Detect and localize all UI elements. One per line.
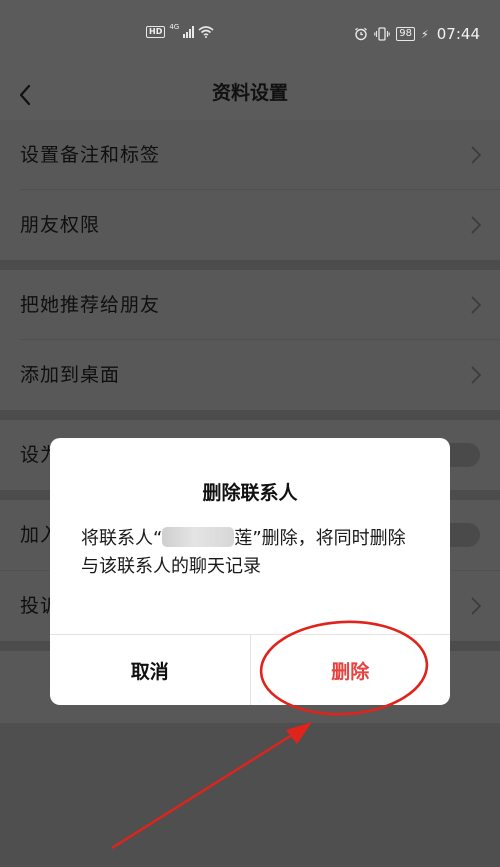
chevron-right-icon <box>471 146 482 164</box>
status-right: 98 ⚡ 07:44 <box>354 25 480 43</box>
signal-icon <box>183 26 195 38</box>
page-title: 资料设置 <box>211 82 288 104</box>
settings-row-remark-tags[interactable]: 设置备注和标签 <box>0 120 500 190</box>
charging-icon: ⚡ <box>421 27 429 41</box>
dialog-message: 将联系人“ 莲”删除，将同时删除与该联系人的聊天记录 <box>81 525 420 581</box>
settings-row-recommend[interactable]: 把她推荐给朋友 <box>0 270 500 340</box>
wifi-icon <box>198 26 214 38</box>
row-label: 添加到桌面 <box>20 364 121 386</box>
dialog-title: 删除联系人 <box>202 482 298 504</box>
settings-row-friend-permissions[interactable]: 朋友权限 <box>0 190 500 260</box>
bottom-area <box>0 723 500 867</box>
message-prefix: 将联系人“ <box>81 528 163 549</box>
row-label: 朋友权限 <box>20 214 101 236</box>
chevron-right-icon <box>471 366 482 384</box>
vibrate-icon <box>374 27 391 41</box>
status-bar: HD 4G 98 ⚡ 07:44 <box>0 0 500 72</box>
cancel-button[interactable]: 取消 <box>50 635 251 705</box>
chevron-right-icon <box>471 597 482 615</box>
network-type: 4G <box>169 23 180 31</box>
battery-indicator: 98 <box>396 27 416 41</box>
section-gap <box>0 260 500 270</box>
blurred-contact-name <box>162 527 235 547</box>
nav-bar: 资料设置 <box>0 72 500 120</box>
alarm-icon <box>355 27 368 41</box>
dialog-actions: 取消 删除 <box>50 634 450 705</box>
chevron-right-icon <box>471 216 482 234</box>
settings-row-add-to-desktop[interactable]: 添加到桌面 <box>0 340 500 410</box>
delete-contact-dialog: 删除联系人 将联系人“ 莲”删除，将同时删除与该联系人的聊天记录 取消 删除 <box>50 438 450 705</box>
row-label: 把她推荐给朋友 <box>20 294 161 316</box>
row-label: 设置备注和标签 <box>20 144 161 166</box>
chevron-right-icon <box>471 296 482 314</box>
message-name-tail: 莲 <box>234 528 253 549</box>
delete-button[interactable]: 删除 <box>251 635 451 705</box>
clock: 07:44 <box>436 25 480 43</box>
hd-badge: HD <box>146 26 166 38</box>
section-gap <box>0 410 500 420</box>
status-left: HD 4G <box>146 23 214 38</box>
